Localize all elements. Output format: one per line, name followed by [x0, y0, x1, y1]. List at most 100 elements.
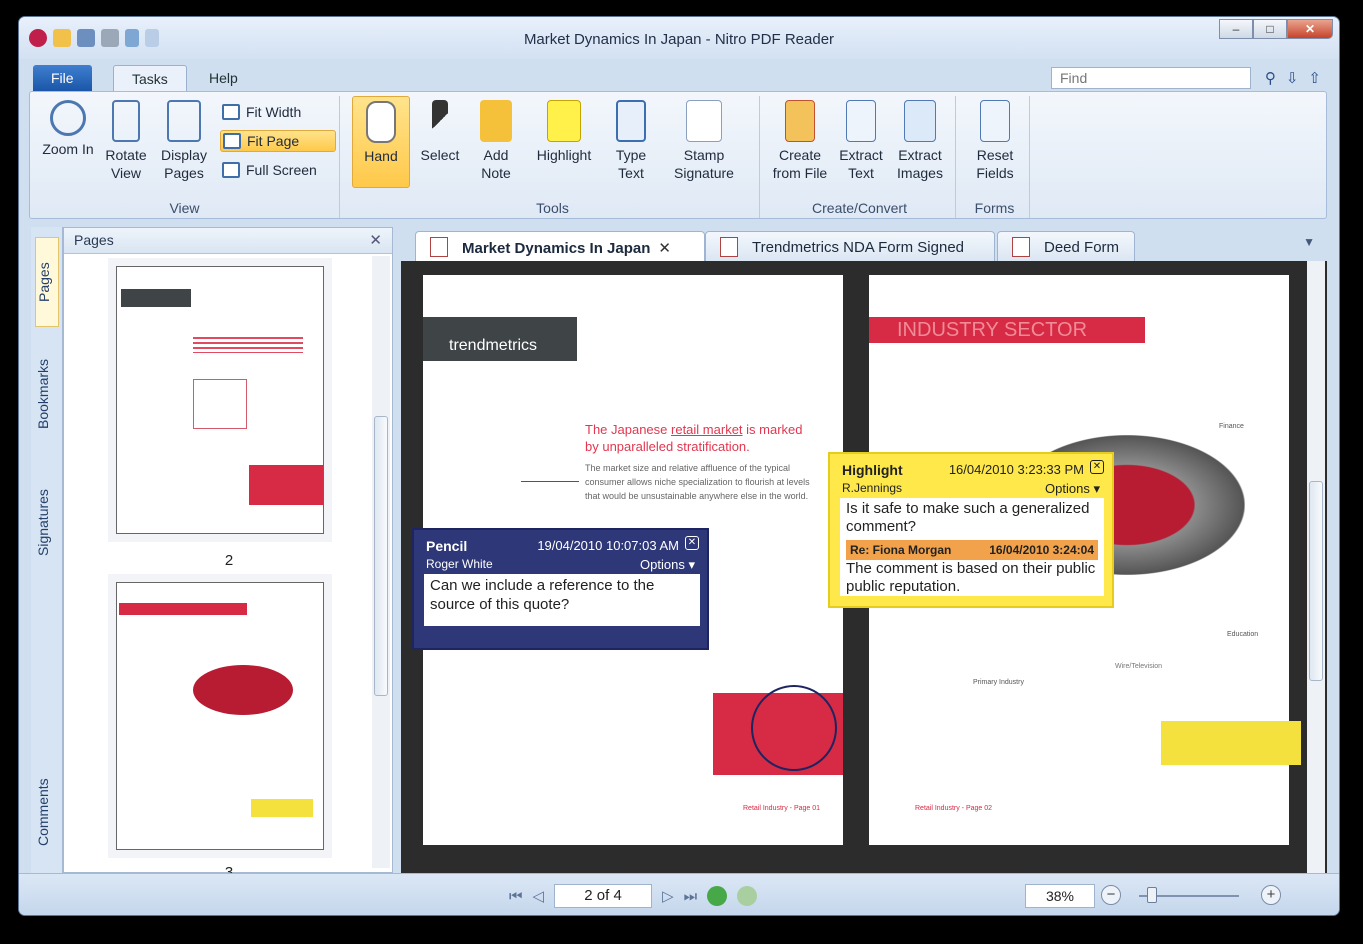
zoom-out-icon[interactable]: −	[1101, 885, 1121, 905]
group-tools: Hand Select Add Note Highlight Type Text…	[346, 96, 760, 218]
type-text-icon	[616, 100, 646, 142]
full-screen-button[interactable]: Full Screen	[220, 160, 334, 182]
select-cursor-icon	[432, 100, 448, 142]
page-headline: The Japanese retail market is marked by …	[585, 422, 803, 454]
zoom-in-button[interactable]: Zoom In	[38, 96, 98, 158]
close-comment-icon[interactable]: ✕	[685, 536, 699, 550]
first-page-icon[interactable]: ⏮	[509, 888, 523, 905]
pdf-icon	[1012, 237, 1030, 257]
close-comment-icon[interactable]: ✕	[1090, 460, 1104, 474]
comment-options-menu[interactable]: Options ▾	[640, 557, 695, 573]
select-button[interactable]: Select	[414, 96, 466, 164]
stamp-signature-button[interactable]: Stamp Signature	[658, 96, 750, 182]
page-number-2: 2	[224, 552, 234, 569]
comment-author: R.Jennings	[842, 481, 903, 495]
side-tab-pages[interactable]: Pages	[35, 237, 59, 327]
forward-icon[interactable]	[737, 886, 758, 906]
maximize-button[interactable]: □	[1253, 19, 1287, 39]
hand-button[interactable]: Hand	[352, 96, 410, 188]
type-text-button[interactable]: Type Text	[606, 96, 656, 182]
thumb-crossed-box	[193, 379, 247, 429]
chart-label-finance: Finance	[1219, 423, 1244, 430]
comment-text[interactable]: Can we include a reference to the source…	[424, 574, 700, 626]
fit-page-button[interactable]: Fit Page	[220, 130, 336, 152]
viewer-scroll-thumb[interactable]	[1309, 481, 1323, 681]
find-input[interactable]: Find	[1051, 67, 1251, 89]
page-number-field[interactable]: 2 of 4	[554, 884, 653, 908]
comment-options-menu[interactable]: Options ▾	[1045, 481, 1100, 497]
rotate-icon	[112, 100, 140, 142]
chart-label-tv: Wire/Television	[1115, 663, 1163, 670]
highlighted-quote	[1161, 721, 1301, 765]
extract-images-button[interactable]: Extract Images	[890, 96, 950, 182]
extract-text-icon	[846, 100, 876, 142]
close-button[interactable]: ✕	[1287, 19, 1333, 39]
zoom-slider[interactable]	[1139, 887, 1239, 903]
fit-width-icon	[222, 104, 240, 120]
zoom-slider-knob[interactable]	[1147, 887, 1157, 903]
tabs-overflow-icon[interactable]: ▼	[1303, 235, 1315, 249]
next-page-icon[interactable]: ▷	[662, 887, 674, 905]
page-thumbnail-3[interactable]	[116, 582, 324, 850]
scroll-thumb[interactable]	[374, 416, 388, 696]
rotate-view-button[interactable]: Rotate View	[98, 96, 154, 182]
create-file-icon	[785, 100, 815, 142]
thumb-heading	[193, 337, 303, 353]
zoom-icon	[50, 100, 86, 136]
status-bar: ⏮ ◁ 2 of 4 ▷ ⏭ 38% − +	[19, 873, 1339, 915]
zoom-in-icon[interactable]: +	[1261, 885, 1281, 905]
page-footer-left: Retail Industry - Page 01	[743, 805, 821, 812]
chart-label-primary: Primary Industry	[973, 679, 1024, 686]
fit-width-button[interactable]: Fit Width	[220, 102, 334, 124]
create-from-file-button[interactable]: Create from File	[768, 96, 832, 182]
doc-tab-deed[interactable]: Deed Form	[997, 231, 1135, 261]
search-icon[interactable]: ⚲	[1265, 69, 1276, 87]
group-view: Zoom In Rotate View Display Pages Fit Wi…	[30, 96, 340, 218]
tab-tasks[interactable]: Tasks	[113, 65, 187, 91]
comment-type: Highlight	[842, 462, 903, 478]
side-tab-bookmarks[interactable]: Bookmarks	[35, 339, 59, 449]
back-icon[interactable]	[707, 886, 728, 906]
previous-page-icon[interactable]: ◁	[533, 887, 545, 905]
page-thumbnail-2[interactable]	[116, 266, 324, 534]
pages-panel-header: Pages ✕	[64, 228, 392, 254]
highlight-button[interactable]: Highlight	[526, 96, 602, 164]
thumb-sector-header	[119, 603, 247, 615]
note-icon	[480, 100, 512, 142]
extract-text-button[interactable]: Extract Text	[834, 96, 888, 182]
tab-help[interactable]: Help	[191, 65, 256, 91]
hand-icon	[366, 101, 396, 143]
signature-icon	[686, 100, 722, 142]
pencil-comment-popup[interactable]: Pencil 19/04/2010 10:07:03 AM ✕ Roger Wh…	[412, 528, 709, 650]
find-next-icon[interactable]: ⇧	[1308, 69, 1321, 87]
side-tab-signatures[interactable]: Signatures	[35, 463, 59, 583]
comment-thread[interactable]: Is it safe to make such a generalized co…	[840, 498, 1104, 596]
highlight-comment-popup[interactable]: Highlight 16/04/2010 3:23:33 PM ✕ R.Jenn…	[828, 452, 1114, 608]
reset-fields-button[interactable]: Reset Fields	[966, 96, 1024, 182]
comment-text: Is it safe to make such a generalized co…	[846, 500, 1090, 535]
thumb-highlight	[251, 799, 313, 817]
find-previous-icon[interactable]: ⇩	[1286, 69, 1299, 87]
close-pane-icon[interactable]: ✕	[369, 231, 382, 249]
tab-file[interactable]: File	[33, 65, 92, 91]
extract-images-icon	[904, 100, 936, 142]
group-label-view: View	[169, 200, 200, 216]
pages-scrollbar[interactable]	[372, 256, 390, 868]
zoom-level-field[interactable]: 38%	[1025, 884, 1095, 908]
pages-panel: Pages ✕ 2 3	[63, 227, 393, 881]
ribbon: Zoom In Rotate View Display Pages Fit Wi…	[29, 91, 1327, 219]
viewer-scrollbar[interactable]	[1307, 261, 1325, 873]
fit-page-icon	[223, 133, 241, 149]
minimize-button[interactable]: –	[1219, 19, 1253, 39]
add-note-button[interactable]: Add Note	[470, 96, 522, 182]
close-tab-icon[interactable]: ✕	[658, 240, 671, 257]
doc-tab-nda[interactable]: Trendmetrics NDA Form Signed	[705, 231, 995, 261]
highlight-icon	[547, 100, 581, 142]
thumb-quote-box	[249, 465, 323, 505]
display-pages-button[interactable]: Display Pages	[156, 96, 212, 182]
comment-time: 16/04/2010 3:23:33 PM	[948, 462, 1084, 477]
doc-tab-market-dynamics[interactable]: Market Dynamics In Japan ✕	[415, 231, 705, 261]
side-tab-comments[interactable]: Comments	[35, 757, 59, 867]
last-page-icon[interactable]: ⏭	[684, 888, 698, 905]
side-tab-strip: Pages Bookmarks Signatures Comments	[31, 227, 63, 873]
